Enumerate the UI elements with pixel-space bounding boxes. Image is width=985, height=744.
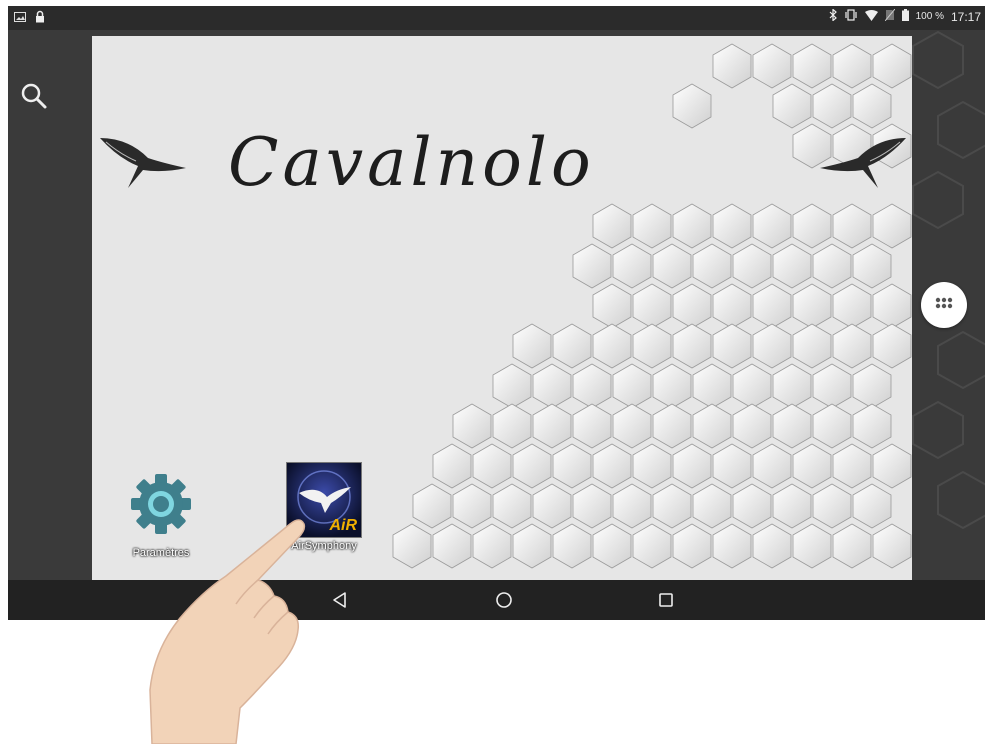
search-icon [21, 83, 47, 109]
swallow-right-icon [820, 138, 906, 188]
recents-icon [659, 593, 673, 607]
search-button[interactable] [18, 80, 52, 114]
swallow-left-icon [100, 138, 186, 188]
pointing-hand-illustration [149, 519, 306, 744]
brand-logo-text: Cavalnolo [228, 124, 595, 201]
recents-button[interactable] [654, 588, 678, 612]
app-drawer-button[interactable] [921, 282, 967, 328]
hexagon-pattern [392, 43, 912, 569]
home-icon [496, 592, 512, 608]
wallpaper: Cavalnolo [92, 36, 912, 580]
home-button[interactable] [492, 588, 516, 612]
apps-grid-icon [935, 297, 953, 309]
